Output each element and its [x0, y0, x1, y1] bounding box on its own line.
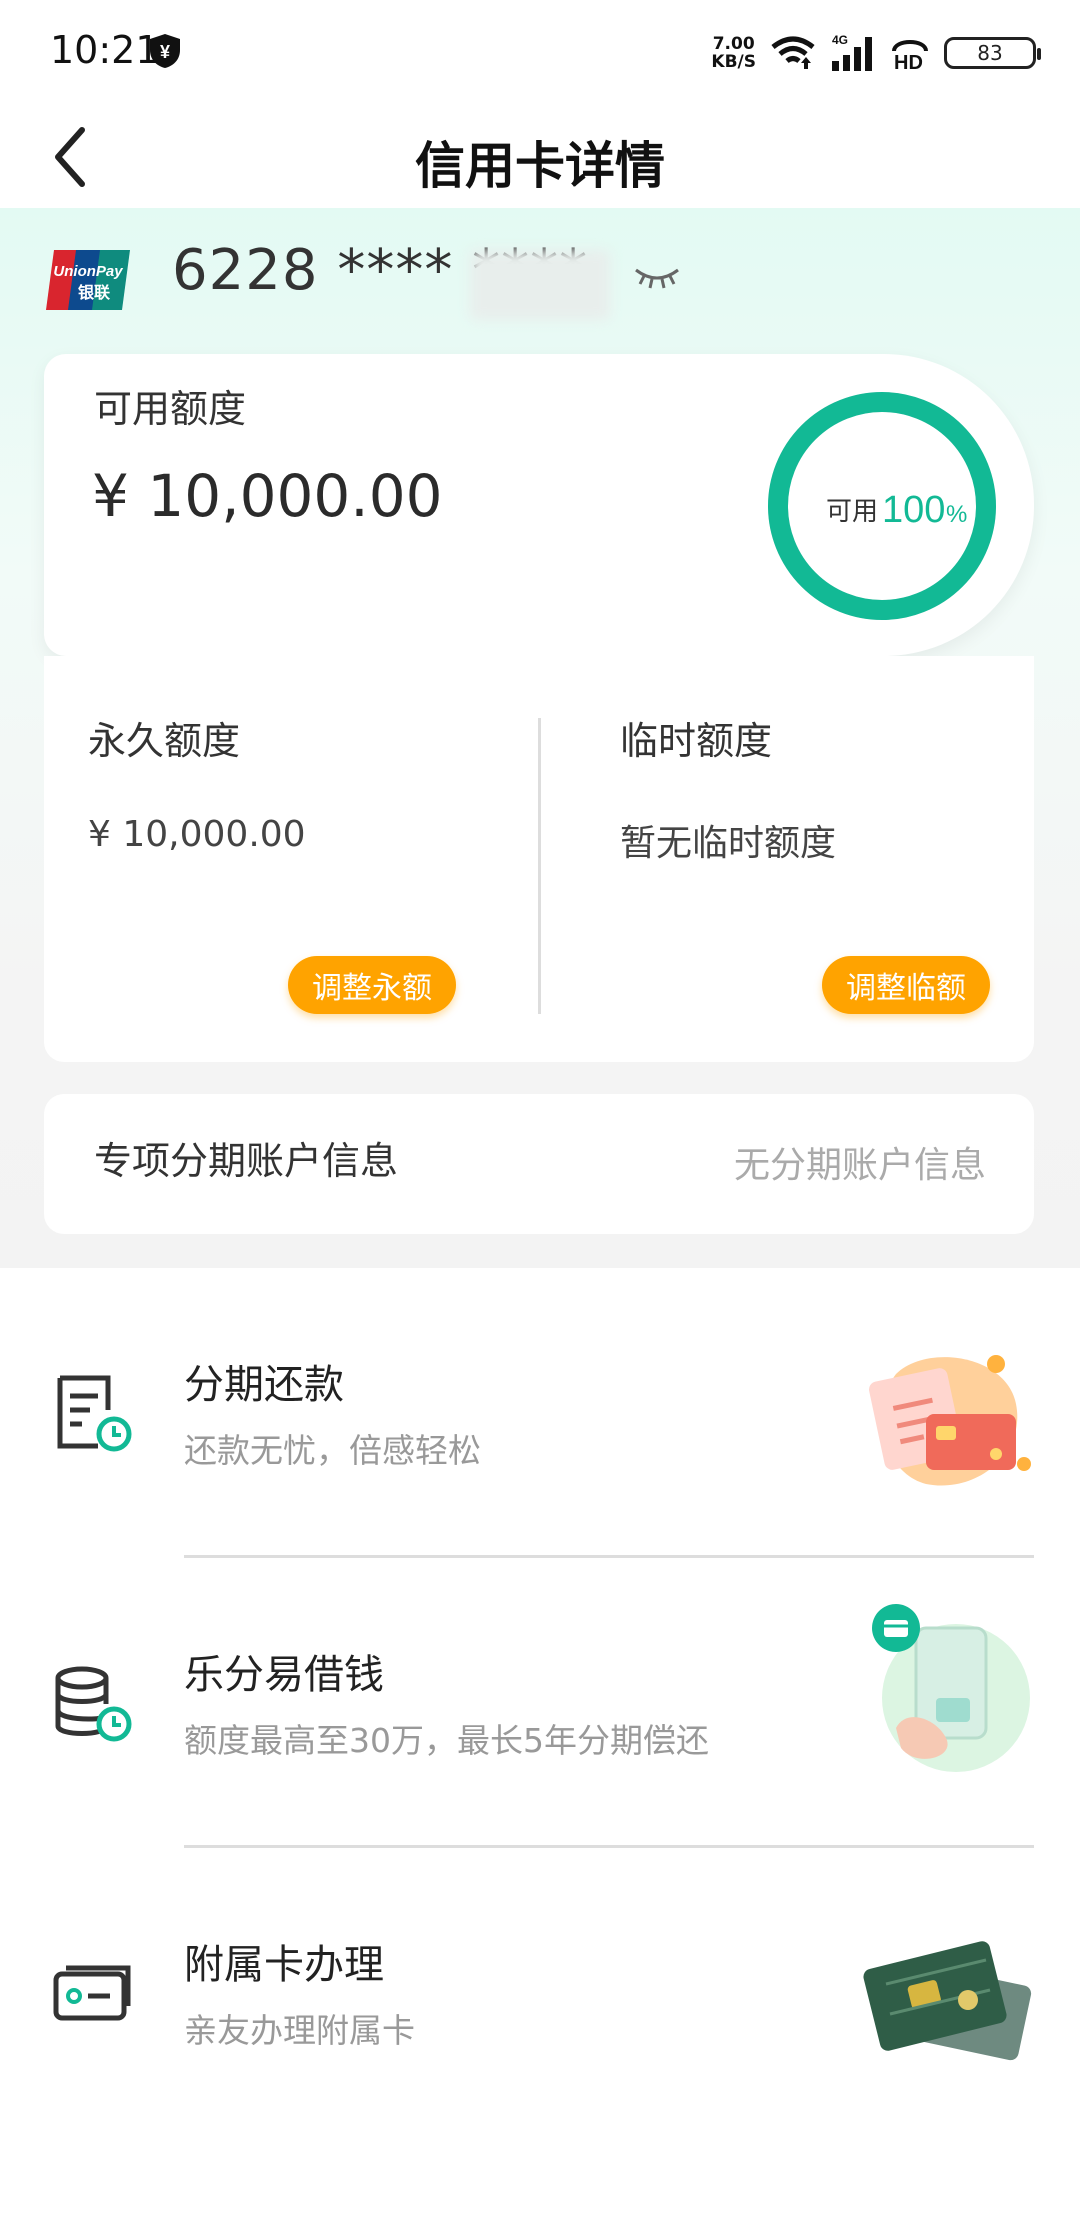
network-speed: 7.00 KB/S: [711, 34, 756, 72]
list-item-loan[interactable]: 乐分易借钱 额度最高至30万，最长5年分期偿还: [0, 1558, 1080, 1848]
ring-label: 可用: [826, 497, 878, 527]
service-title: 分期还款: [184, 1362, 344, 1408]
shield-yen-icon: ¥: [150, 34, 180, 68]
adjust-permanent-button[interactable]: 调整永额: [288, 956, 456, 1014]
svg-text:UnionPay: UnionPay: [53, 263, 123, 280]
phone-hand-illustration: [872, 1604, 1030, 1772]
permanent-quota-value: ¥ 10,000.00: [88, 814, 306, 855]
page-title: 信用卡详情: [415, 137, 665, 195]
quota-card: 永久额度 ¥ 10,000.00 调整永额 临时额度 暂无临时额度 调整临额: [44, 656, 1034, 1062]
adjust-temporary-button[interactable]: 调整临额: [822, 956, 990, 1014]
eye-closed-icon[interactable]: [632, 264, 682, 294]
status-bar: 10:21 ¥ 7.00 KB/S 4G HD 83: [0, 0, 1080, 104]
coins-clock-icon: [55, 1666, 132, 1742]
available-credit-card: 可用额度 ¥ 10,000.00 可用 100 %: [44, 354, 1034, 656]
ring-unit: %: [946, 501, 967, 528]
service-title: 附属卡办理: [184, 1942, 384, 1988]
green-cards-illustration: [863, 1941, 1032, 2061]
bill-card-illustration: [869, 1355, 1031, 1486]
ring-value: 100: [882, 489, 945, 531]
list-item-installment-repayment[interactable]: 分期还款 还款无忧，倍感轻松: [0, 1268, 1080, 1558]
permanent-quota-label: 永久额度: [88, 719, 241, 763]
installment-account-value: 无分期账户信息: [733, 1145, 986, 1186]
service-subtitle: 额度最高至30万，最长5年分期偿还: [184, 1721, 709, 1760]
battery-icon: 83: [944, 37, 1041, 69]
service-title: 乐分易借钱: [184, 1652, 384, 1698]
temporary-quota-value: 暂无临时额度: [620, 823, 837, 864]
card-number-mask: [470, 250, 610, 320]
header: 信用卡详情: [0, 104, 1080, 208]
installment-account-row[interactable]: 专项分期账户信息 无分期账户信息: [44, 1094, 1034, 1234]
status-right: 7.00 KB/S 4G HD 83: [711, 28, 1041, 78]
svg-text:4G: 4G: [832, 33, 848, 47]
available-credit-amount: ¥ 10,000.00: [92, 462, 443, 530]
svg-text:银联: 银联: [78, 283, 110, 302]
list-item-supplementary-card[interactable]: 附属卡办理 亲友办理附属卡: [0, 1848, 1080, 2138]
quota-divider: [538, 718, 541, 1014]
availability-ring: 可用 100 %: [768, 392, 996, 620]
installment-account-label: 专项分期账户信息: [94, 1139, 399, 1183]
status-time: 10:21: [50, 28, 160, 72]
wifi-icon: [771, 36, 815, 69]
bill-clock-icon: [57, 1375, 132, 1452]
signal-icon: 4G: [832, 33, 872, 71]
service-subtitle: 亲友办理附属卡: [184, 2011, 415, 2050]
service-subtitle: 还款无忧，倍感轻松: [184, 1431, 481, 1470]
svg-text:HD: HD: [894, 52, 923, 73]
available-credit-label: 可用额度: [94, 387, 247, 431]
svg-text:¥: ¥: [160, 42, 170, 62]
card-icon: [53, 1965, 131, 2021]
temporary-quota-label: 临时额度: [620, 719, 773, 763]
unionpay-logo: UnionPay 银联: [46, 250, 130, 310]
hd-voice-icon: HD: [892, 40, 928, 73]
